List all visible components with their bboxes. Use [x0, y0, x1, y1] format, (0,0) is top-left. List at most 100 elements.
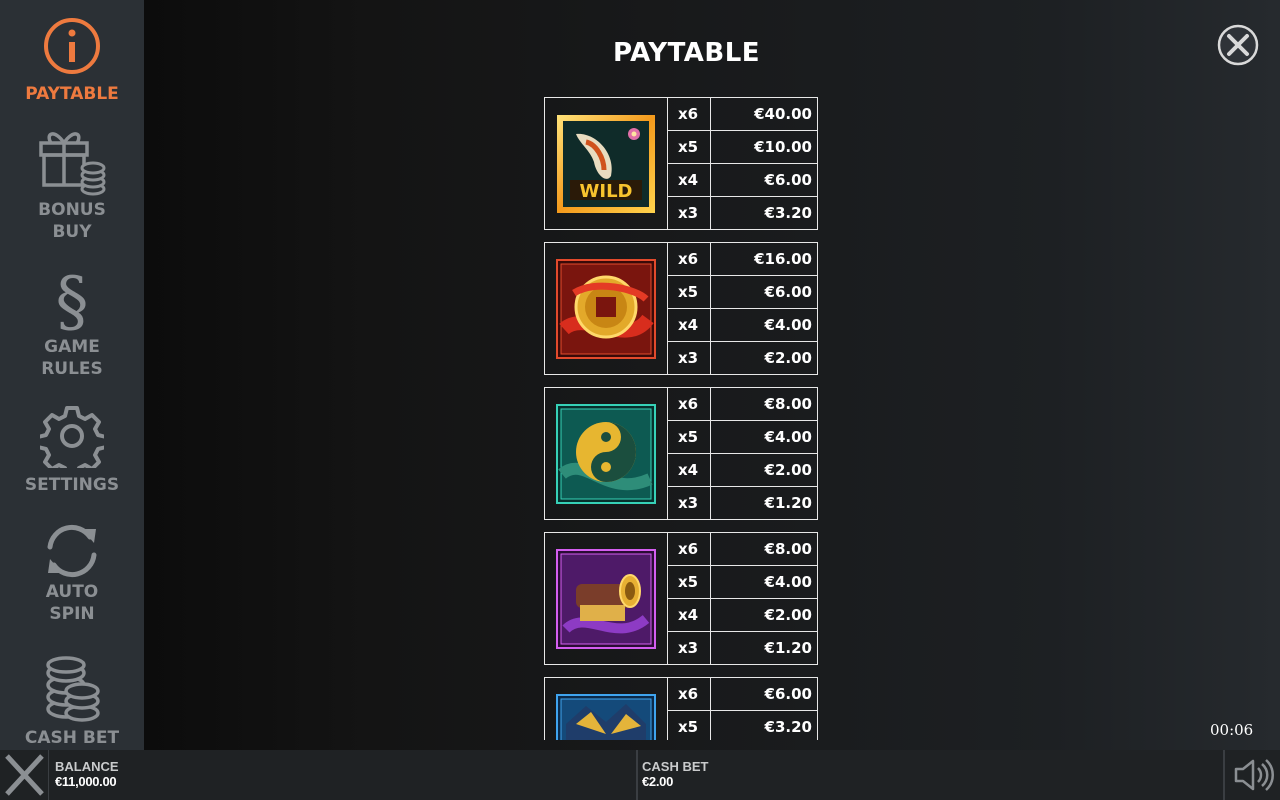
paytable-row: x5 €3.20 — [668, 711, 817, 740]
divider — [1223, 750, 1225, 800]
sidebar-item-label: GAME — [44, 337, 100, 357]
multiplier: x5 — [668, 566, 711, 598]
gold-coin-symbol — [556, 258, 656, 359]
close-icon — [1217, 24, 1259, 66]
sidebar-item-label: BONUS — [38, 200, 106, 220]
balance-value: €11,000.00 — [55, 774, 117, 789]
payout: €16.00 — [754, 250, 812, 268]
sidebar-item-label: BUY — [52, 222, 92, 242]
payout: €4.00 — [764, 573, 812, 591]
svg-text:§: § — [56, 264, 89, 334]
payout: €1.20 — [764, 494, 812, 512]
payout: €3.20 — [764, 718, 812, 736]
sidebar-item-label: PAYTABLE — [25, 84, 119, 104]
paytable-row: x6 €40.00 — [668, 98, 817, 131]
sidebar-item-cash-bet[interactable]: CASH BET — [0, 655, 144, 749]
info-icon — [44, 18, 100, 74]
multiplier: x3 — [668, 632, 711, 664]
paytable-row: x5 €4.00 — [668, 421, 817, 454]
balance-display: BALANCE €11,000.00 — [55, 759, 119, 790]
sound-toggle-button[interactable] — [1232, 758, 1274, 792]
multiplier: x5 — [668, 131, 711, 163]
gift-coins-icon — [39, 132, 106, 196]
payout: €2.00 — [764, 461, 812, 479]
multiplier: x3 — [668, 197, 711, 229]
payout: €4.00 — [764, 316, 812, 334]
multiplier: x3 — [668, 487, 711, 519]
refresh-icon — [47, 525, 97, 577]
paytable-row: x6 €8.00 — [668, 388, 817, 421]
scroll-symbol — [556, 548, 656, 649]
paytable-row: x6 €6.00 — [668, 678, 817, 711]
paytable-row: x3 €1.20 — [668, 487, 817, 519]
sidebar-item-label: SETTINGS — [24, 475, 120, 495]
multiplier: x6 — [668, 678, 711, 710]
paytable-row: x5 €10.00 — [668, 131, 817, 164]
payout: €3.20 — [764, 204, 812, 222]
payout: €6.00 — [764, 685, 812, 703]
sidebar: PAYTABLE BONUS BUY § GAME RULES SETTINGS… — [0, 0, 144, 750]
paytable-row: x5 €6.00 — [668, 276, 817, 309]
sidebar-item-label: RULES — [41, 359, 103, 379]
sidebar-item-auto-spin[interactable]: AUTO SPIN — [0, 521, 144, 625]
payout: €6.00 — [764, 283, 812, 301]
multiplier: x5 — [668, 276, 711, 308]
sidebar-item-label: AUTO — [45, 582, 99, 602]
payout: €4.00 — [764, 428, 812, 446]
yin-yang-symbol — [556, 403, 656, 504]
multiplier: x6 — [668, 388, 711, 420]
svg-text:WILD: WILD — [580, 181, 633, 202]
multiplier: x4 — [668, 164, 711, 196]
paytable-list[interactable]: WILD x6 €40.00 x5 €10.00 x4 €6.00 x3 €3.20 — [544, 97, 819, 740]
close-icon — [5, 754, 44, 796]
close-button[interactable] — [1217, 24, 1259, 66]
paytable-row: x5 €4.00 — [668, 566, 817, 599]
wild-koi-symbol: WILD — [557, 114, 655, 213]
paytable-row: x6 €8.00 — [668, 533, 817, 566]
paytable-row: x3 €3.20 — [668, 197, 817, 229]
sidebar-item-paytable[interactable]: PAYTABLE — [0, 16, 144, 105]
session-timer: 00:06 — [1210, 721, 1254, 739]
divider — [636, 750, 638, 800]
multiplier: x5 — [668, 711, 711, 740]
page-title: PAYTABLE — [612, 38, 761, 68]
multiplier: x6 — [668, 533, 711, 565]
sidebar-item-bonus-buy[interactable]: BONUS BUY — [0, 125, 144, 243]
sidebar-item-label: SPIN — [49, 604, 95, 624]
multiplier: x4 — [668, 454, 711, 486]
multiplier: x4 — [668, 309, 711, 341]
fan-symbol — [556, 693, 656, 740]
paytable-row: x6 €16.00 — [668, 243, 817, 276]
multiplier: x5 — [668, 421, 711, 453]
paytable-panel: PAYTABLE WILD x6 €40.00 x5 €10.00 x4 €6.… — [144, 0, 1280, 750]
sidebar-item-label: CASH BET — [24, 728, 120, 748]
gear-icon — [40, 406, 104, 468]
cash-bet-label: CASH BET — [642, 759, 709, 774]
paytable-row: x4 €2.00 — [668, 599, 817, 632]
payout: €2.00 — [764, 349, 812, 367]
paytable-entry: x6 €16.00 x5 €6.00 x4 €4.00 x3 €2.00 — [544, 242, 818, 375]
coin-stack-icon — [46, 656, 100, 722]
paytable-entry: WILD x6 €40.00 x5 €10.00 x4 €6.00 x3 €3.20 — [544, 97, 818, 230]
multiplier: x6 — [668, 98, 711, 130]
paytable-entry: x6€6.00 x5€3.20 x4 x3 — [544, 677, 818, 740]
exit-button[interactable] — [0, 750, 49, 800]
payout: €40.00 — [754, 105, 812, 123]
bottom-bar: BALANCE €11,000.00 CASH BET €2.00 — [0, 750, 1280, 800]
paytable-entry: x6 €8.00 x5 €4.00 x4 €2.00 x3 €1.20 — [544, 532, 818, 665]
cash-bet-display: CASH BET €2.00 — [642, 759, 709, 790]
balance-label: BALANCE — [55, 759, 119, 774]
payout: €1.20 — [764, 639, 812, 657]
payout: €8.00 — [764, 395, 812, 413]
sidebar-item-settings[interactable]: SETTINGS — [0, 404, 144, 496]
paytable-row: x4 €6.00 — [668, 164, 817, 197]
section-sign-icon: § — [56, 264, 89, 334]
paytable-row: x4 €4.00 — [668, 309, 817, 342]
sidebar-item-game-rules[interactable]: § GAME RULES — [0, 264, 144, 380]
paytable-row: x3 €1.20 — [668, 632, 817, 664]
payout: €2.00 — [764, 606, 812, 624]
payout: €6.00 — [764, 171, 812, 189]
paytable-row: x3 €2.00 — [668, 342, 817, 374]
paytable-row: x4 €2.00 — [668, 454, 817, 487]
speaker-icon — [1234, 759, 1274, 791]
